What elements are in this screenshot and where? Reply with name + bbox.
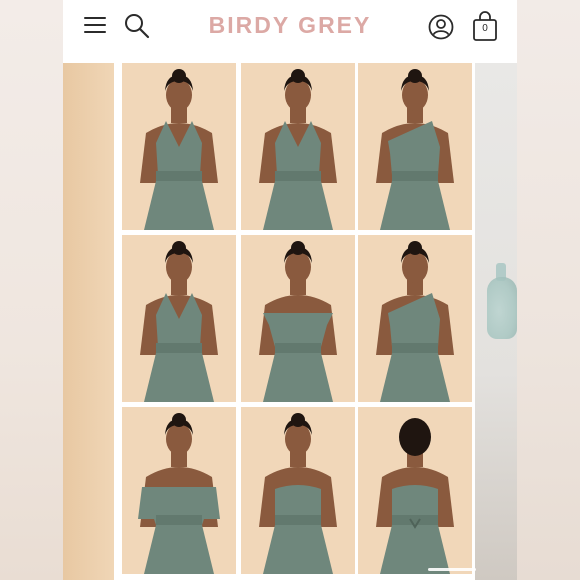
photo-illustration bbox=[241, 63, 355, 230]
search-icon[interactable] bbox=[123, 12, 151, 40]
site-header: BIRDY GREY 0 bbox=[63, 0, 517, 56]
photo-illustration bbox=[358, 235, 472, 402]
dress-photo-cape-sleeve[interactable] bbox=[122, 407, 236, 574]
menu-icon[interactable] bbox=[83, 15, 107, 37]
dress-photo-asymmetric-drape[interactable] bbox=[358, 235, 472, 402]
brand-logo[interactable]: BIRDY GREY bbox=[183, 12, 397, 39]
photo-illustration bbox=[241, 407, 355, 574]
photo-illustration bbox=[358, 407, 472, 574]
left-margin bbox=[0, 0, 63, 580]
right-margin bbox=[517, 0, 580, 580]
account-icon[interactable] bbox=[427, 13, 455, 41]
photo-illustration bbox=[358, 63, 472, 230]
photo-illustration bbox=[122, 235, 236, 402]
dress-photo-strapless[interactable] bbox=[241, 407, 355, 574]
dress-photo-one-shoulder[interactable] bbox=[358, 63, 472, 230]
bag-count: 0 bbox=[482, 23, 488, 34]
photo-illustration bbox=[241, 235, 355, 402]
shopping-bag-icon[interactable]: 0 bbox=[471, 10, 499, 42]
photo-illustration bbox=[122, 407, 236, 574]
product-gallery bbox=[63, 63, 517, 580]
photo-illustration bbox=[122, 63, 236, 230]
app-screen: BIRDY GREY 0 bbox=[63, 0, 517, 580]
dress-photo-back-tie[interactable] bbox=[358, 407, 472, 574]
dress-photo-twist-halter[interactable] bbox=[122, 63, 236, 230]
dress-style-grid bbox=[122, 63, 472, 580]
vase-image bbox=[487, 277, 517, 339]
dress-photo-halter[interactable] bbox=[122, 235, 236, 402]
dress-photo-off-shoulder[interactable] bbox=[241, 235, 355, 402]
previous-slide-peek[interactable] bbox=[63, 63, 114, 580]
dress-photo-high-halter[interactable] bbox=[241, 63, 355, 230]
slide-indicator bbox=[428, 568, 476, 571]
